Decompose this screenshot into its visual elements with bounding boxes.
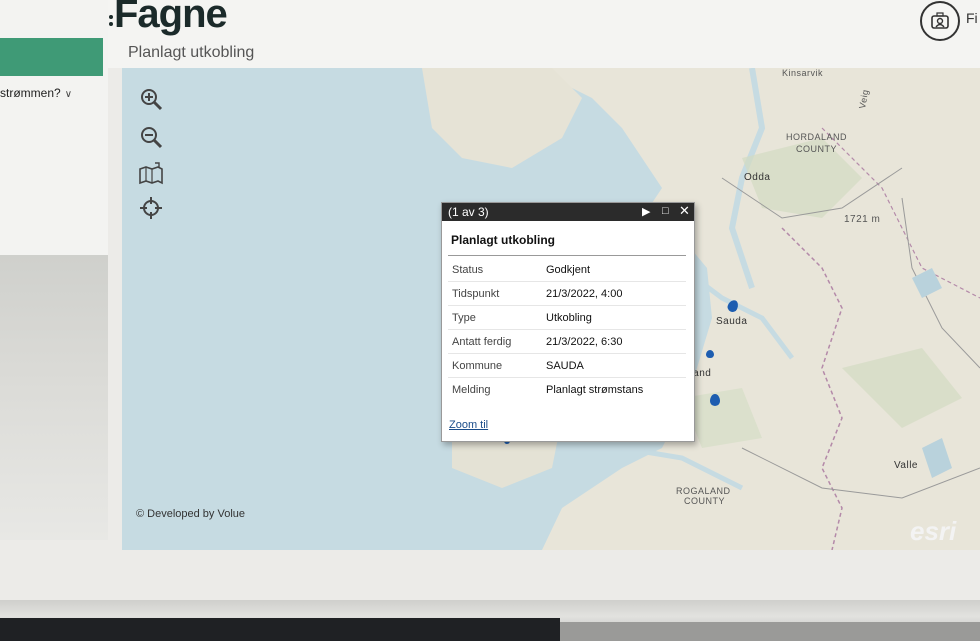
app-logo[interactable]: Fagne [114, 0, 228, 37]
locate-button[interactable] [138, 195, 164, 221]
attribute-value: Utkobling [546, 312, 592, 324]
left-panel: strømmen? ∨ [0, 0, 108, 540]
outage-marker[interactable] [710, 394, 720, 406]
place-label-rogaland: ROGALAND [676, 486, 731, 496]
attribute-label: Status [452, 264, 484, 276]
attribute-value: Godkjent [546, 264, 591, 276]
attribute-row: Antatt ferdig 21/3/2022, 6:30 [448, 331, 686, 354]
attribute-row: Melding Planlagt strømstans [448, 379, 686, 401]
page-title: Planlagt utkobling [128, 44, 255, 61]
divider [448, 255, 686, 256]
place-label-rogaland-county: COUNTY [684, 496, 725, 506]
sidebar-dropdown[interactable]: strømmen? ∨ [0, 86, 104, 108]
attribute-row: Status Godkjent [448, 259, 686, 282]
attribute-row: Tidspunkt 21/3/2022, 4:00 [448, 283, 686, 306]
attribute-label: Tidspunkt [452, 288, 500, 300]
place-label-elevation: 1721 m [844, 214, 881, 225]
user-icon [931, 12, 949, 29]
left-panel-background [0, 255, 108, 540]
attribute-value: Planlagt strømstans [546, 384, 644, 396]
attribute-value: 21/3/2022, 6:30 [546, 336, 623, 348]
place-label-kinsarvik: Kinsarvik [782, 68, 824, 78]
map-credit: © Developed by Volue [136, 508, 246, 520]
place-label-sauda: Sauda [716, 316, 748, 327]
green-header-bar [0, 38, 103, 76]
zoom-in-icon [141, 89, 163, 111]
map-layers-button[interactable] [138, 160, 164, 186]
attribute-value: SAUDA [546, 360, 584, 372]
place-label-hordaland-county: COUNTY [796, 144, 837, 154]
attribute-label: Melding [452, 384, 491, 396]
sidebar-dropdown-label: strømmen? [0, 86, 61, 100]
zoom-in-button[interactable] [138, 86, 164, 112]
maximize-button[interactable]: □ [662, 205, 669, 217]
chevron-down-icon: ∨ [64, 89, 73, 100]
attribute-row: Type Utkobling [448, 307, 686, 330]
monitor-bezel-dark [0, 618, 560, 641]
user-button[interactable] [920, 1, 960, 41]
info-popup: (1 av 3) ▶ □ ✕ Planlagt utkobling Status… [441, 202, 695, 442]
attribute-label: Antatt ferdig [452, 336, 512, 348]
esri-logo: esri [910, 516, 957, 546]
zoom-to-link[interactable]: Zoom til [449, 419, 488, 431]
place-label-valle: Valle [894, 460, 918, 471]
outage-marker[interactable] [706, 350, 714, 358]
next-feature-button[interactable]: ▶ [642, 205, 650, 218]
zoom-out-icon [141, 127, 163, 149]
attribute-label: Kommune [452, 360, 503, 372]
attribute-row: Kommune SAUDA [448, 355, 686, 378]
attribute-value: 21/3/2022, 4:00 [546, 288, 623, 300]
close-icon[interactable]: ✕ [679, 203, 690, 219]
attribute-label: Type [452, 312, 476, 324]
popup-title: Planlagt utkobling [451, 233, 555, 247]
user-label[interactable]: Fi [966, 10, 978, 26]
header: Fagne Planlagt utkobling Fi [108, 0, 980, 68]
zoom-out-button[interactable] [138, 124, 164, 150]
locate-icon [140, 197, 162, 219]
popup-count: (1 av 3) [448, 205, 489, 219]
map-layers-icon [139, 162, 163, 185]
place-label-odda: Odda [744, 172, 771, 183]
popup-titlebar: (1 av 3) ▶ □ ✕ [442, 203, 694, 221]
monitor-bezel-stand [560, 622, 980, 641]
place-label-hordaland: HORDALAND [786, 132, 848, 142]
screen: strømmen?∨ Fagne Planlagt utkobling Fi [0, 0, 980, 600]
